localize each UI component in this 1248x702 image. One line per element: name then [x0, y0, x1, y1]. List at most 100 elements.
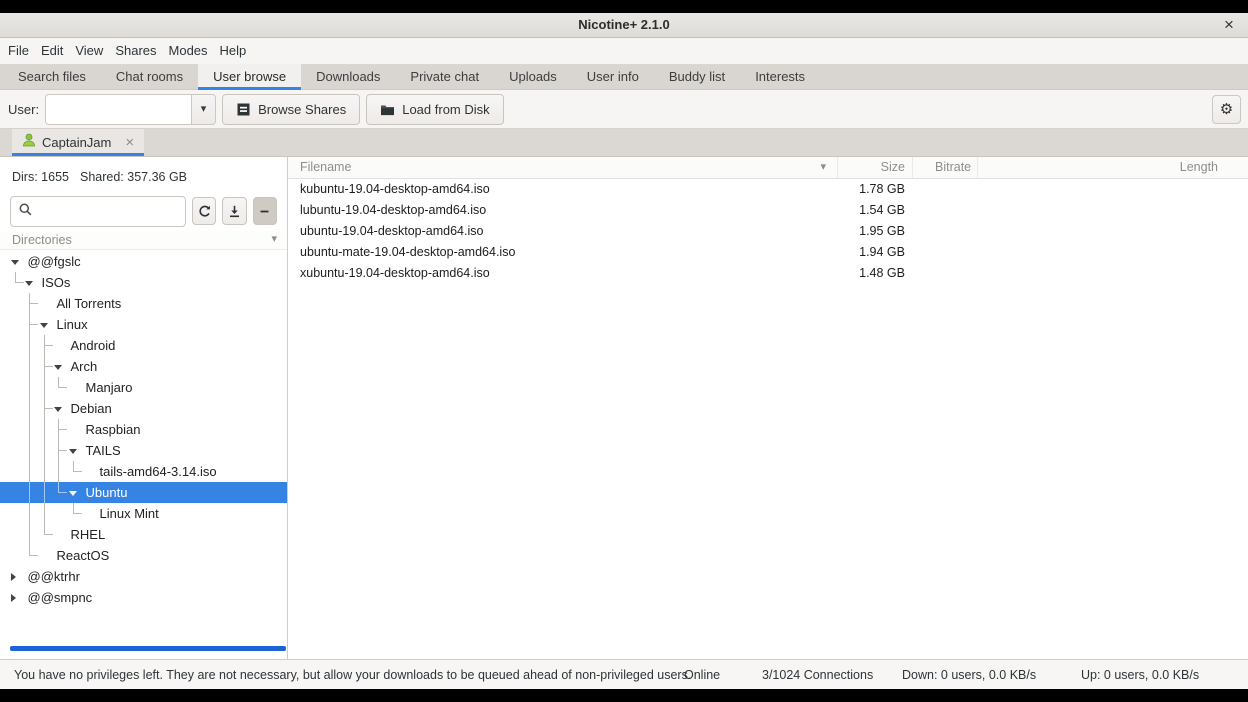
close-icon[interactable]: ×	[125, 135, 134, 150]
nicotine-window: Nicotine+ 2.1.0 × FileEditViewSharesMode…	[0, 13, 1248, 689]
directory-tree: @@fgslcISOsAll TorrentsLinuxAndroidArchM…	[0, 251, 287, 608]
tree-item-reactos[interactable]: ReactOS	[0, 545, 287, 566]
tab-chat-rooms[interactable]: Chat rooms	[101, 64, 198, 89]
menu-help[interactable]: Help	[214, 38, 253, 64]
collapse-icon[interactable]	[253, 197, 277, 225]
file-table-body: kubuntu-19.04-desktop-amd64.iso1.78 GBlu…	[288, 179, 1248, 284]
tree-item-linux-mint[interactable]: Linux Mint	[0, 503, 287, 524]
menu-modes[interactable]: Modes	[163, 38, 214, 64]
tree-item-ubuntu[interactable]: Ubuntu	[0, 482, 287, 503]
column-header-size[interactable]: Size	[837, 157, 912, 178]
tree-item-label: @@ktrhr	[28, 566, 80, 587]
menu-edit[interactable]: Edit	[35, 38, 69, 64]
tree-guide-line	[44, 419, 45, 440]
file-length	[977, 200, 1248, 221]
tree-item-label: RHEL	[71, 524, 106, 545]
tree-connector-line	[58, 492, 67, 493]
tab-buddy-list[interactable]: Buddy list	[654, 64, 740, 89]
expander-closed-icon[interactable]	[11, 594, 16, 602]
tab-search-files[interactable]: Search files	[3, 64, 101, 89]
file-bitrate	[912, 263, 977, 284]
tree-guide-line	[29, 524, 30, 545]
file-name: ubuntu-19.04-desktop-amd64.iso	[288, 221, 837, 242]
tree-item-tails[interactable]: TAILS	[0, 440, 287, 461]
tab-private-chat[interactable]: Private chat	[395, 64, 494, 89]
tree-connector-line	[58, 377, 59, 387]
tree-item-label: Arch	[71, 356, 98, 377]
statusbar: You have no privileges left. They are no…	[0, 659, 1248, 689]
column-header-bitrate[interactable]: Bitrate	[912, 157, 977, 178]
file-length	[977, 242, 1248, 263]
tree-item-tails-amd64-3-14-iso[interactable]: tails-amd64-3.14.iso	[0, 461, 287, 482]
tab-downloads[interactable]: Downloads	[301, 64, 395, 89]
file-row-ubuntu-19-04-desktop-amd64-iso[interactable]: ubuntu-19.04-desktop-amd64.iso1.95 GB	[288, 221, 1248, 242]
expander-open-icon[interactable]	[54, 365, 62, 370]
browse-shares-button[interactable]: Browse Shares	[222, 94, 360, 125]
tree-guide-line	[29, 503, 30, 524]
subtab-captainjam[interactable]: CaptainJam ×	[12, 129, 144, 156]
directories-column-header[interactable]: Directories ▾	[0, 231, 287, 250]
gear-icon[interactable]: ⚙	[1212, 95, 1241, 124]
tree-item-all-torrents[interactable]: All Torrents	[0, 293, 287, 314]
file-size: 1.78 GB	[837, 179, 912, 200]
expander-open-icon[interactable]	[54, 407, 62, 412]
menu-shares[interactable]: Shares	[109, 38, 162, 64]
expander-open-icon[interactable]	[69, 449, 77, 454]
online-status: Online	[684, 668, 720, 682]
tab-user-browse[interactable]: User browse	[198, 64, 301, 89]
horizontal-scrollbar[interactable]	[10, 646, 286, 651]
tree-item-label: ReactOS	[57, 545, 110, 566]
tree-item-isos[interactable]: ISOs	[0, 272, 287, 293]
main-tabbar: Search filesChat roomsUser browseDownloa…	[0, 64, 1248, 90]
tree-item-manjaro[interactable]: Manjaro	[0, 377, 287, 398]
load-from-disk-button[interactable]: Load from Disk	[366, 94, 503, 125]
tree-item-android[interactable]: Android	[0, 335, 287, 356]
chevron-down-icon[interactable]: ▾	[191, 94, 216, 125]
tab-interests[interactable]: Interests	[740, 64, 820, 89]
file-bitrate	[912, 242, 977, 263]
dirs-count: Dirs: 1655	[12, 170, 69, 187]
user-input[interactable]	[45, 94, 191, 125]
file-row-lubuntu-19-04-desktop-amd64-iso[interactable]: lubuntu-19.04-desktop-amd64.iso1.54 GB	[288, 200, 1248, 221]
file-name: lubuntu-19.04-desktop-amd64.iso	[288, 200, 837, 221]
save-list-icon[interactable]	[222, 197, 246, 225]
file-row-ubuntu-mate-19-04-desktop-amd64-iso[interactable]: ubuntu-mate-19.04-desktop-amd64.iso1.94 …	[288, 242, 1248, 263]
tree-connector-line	[15, 282, 24, 283]
tree-item-ktrhr[interactable]: @@ktrhr	[0, 566, 287, 587]
tree-item-arch[interactable]: Arch	[0, 356, 287, 377]
tree-guide-line	[44, 440, 45, 461]
column-header-length[interactable]: Length	[977, 157, 1248, 178]
file-row-xubuntu-19-04-desktop-amd64-iso[interactable]: xubuntu-19.04-desktop-amd64.iso1.48 GB	[288, 263, 1248, 284]
tree-guide-line	[29, 440, 30, 461]
file-size: 1.95 GB	[837, 221, 912, 242]
close-icon[interactable]: ×	[1216, 13, 1242, 37]
tree-item-linux[interactable]: Linux	[0, 314, 287, 335]
expander-open-icon[interactable]	[40, 323, 48, 328]
tree-item-label: Manjaro	[86, 377, 133, 398]
tree-item-debian[interactable]: Debian	[0, 398, 287, 419]
tab-uploads[interactable]: Uploads	[494, 64, 572, 89]
tree-item-rhel[interactable]: RHEL	[0, 524, 287, 545]
file-row-kubuntu-19-04-desktop-amd64-iso[interactable]: kubuntu-19.04-desktop-amd64.iso1.78 GB	[288, 179, 1248, 200]
directories-pane: Dirs: 1655 Shared: 357.36 GB	[0, 157, 288, 659]
expander-open-icon[interactable]	[69, 491, 77, 496]
tree-guide-line	[44, 503, 45, 524]
menu-view[interactable]: View	[69, 38, 109, 64]
column-header-filename[interactable]: Filename ▾	[288, 157, 837, 178]
tab-user-info[interactable]: User info	[572, 64, 654, 89]
refresh-icon[interactable]	[192, 197, 216, 225]
expander-open-icon[interactable]	[11, 260, 19, 265]
expander-open-icon[interactable]	[25, 281, 33, 286]
tree-item-smpnc[interactable]: @@smpnc	[0, 587, 287, 608]
menu-file[interactable]: File	[8, 38, 35, 64]
tree-item-fgslc[interactable]: @@fgslc	[0, 251, 287, 272]
tree-guide-line	[29, 419, 30, 440]
tree-search-box[interactable]	[10, 196, 186, 227]
file-bitrate	[912, 200, 977, 221]
tree-item-raspbian[interactable]: Raspbian	[0, 419, 287, 440]
tree-item-label: @@fgslc	[28, 251, 81, 272]
search-icon	[18, 202, 33, 222]
expander-closed-icon[interactable]	[11, 573, 16, 581]
file-size: 1.48 GB	[837, 263, 912, 284]
browse-shares-label: Browse Shares	[258, 102, 346, 117]
